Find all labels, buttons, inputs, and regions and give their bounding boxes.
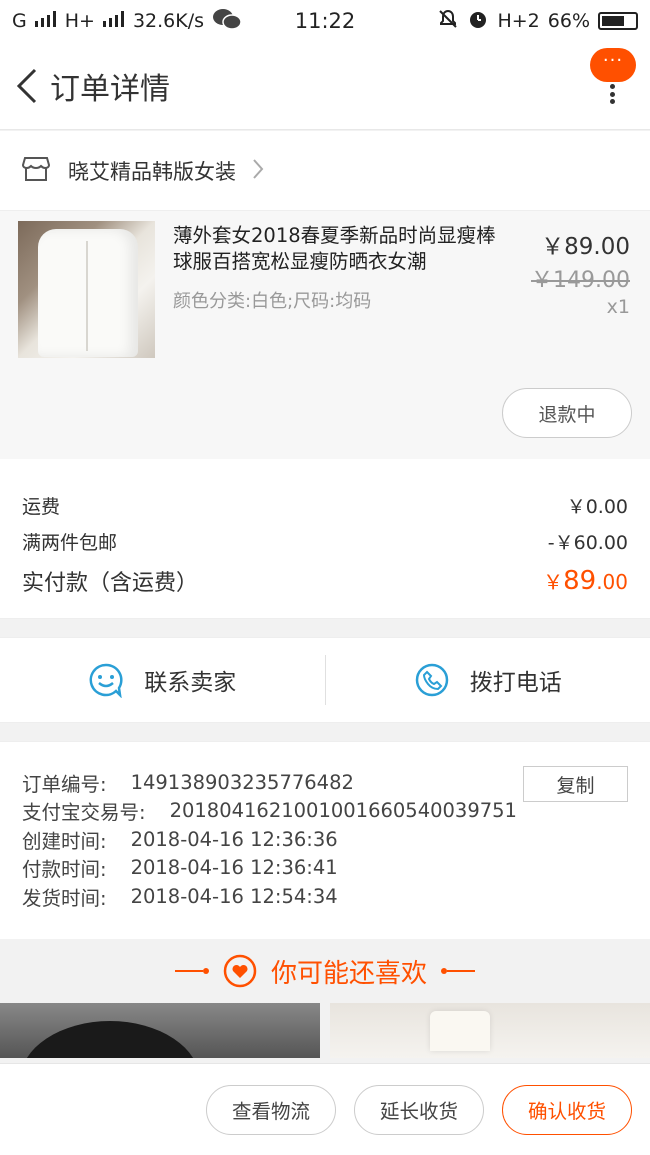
shop-icon [21,156,51,186]
info-label: 创建时间: [22,829,107,853]
price-current: ￥89.00 [541,234,630,260]
info-label: 发货时间: [22,886,107,910]
info-value: 2018-04-16 12:54:34 [130,884,338,908]
copy-button[interactable]: 复制 [523,766,628,802]
info-row-shipped: 发货时间: 2018-04-16 12:54:34 [22,882,628,911]
more-bubble: ··· [590,48,636,82]
discount-row: 满两件包邮 -￥60.00 [22,523,628,559]
recommend-list [0,1003,650,1058]
confirm-receipt-button[interactable]: 确认收货 [502,1084,632,1135]
product-image [18,221,155,358]
info-value: 2018-04-16 12:36:36 [130,827,338,851]
heart-icon [223,954,257,988]
carrier-left: G [12,10,27,32]
info-label: 支付宝交易号: [22,801,146,825]
contact-seller-button[interactable]: 联系卖家 [0,655,325,705]
contact-bar: 联系卖家 拨打电话 [0,637,650,723]
info-label: 付款时间: [22,858,107,882]
info-value: 2018041621001001660540039751 [169,799,517,823]
mute-icon [437,8,459,35]
more-button[interactable]: ··· [590,48,636,106]
chevron-right-icon [252,158,264,184]
total-label: 实付款（含运费） [22,571,199,596]
shipping-row: 运费 ￥0.00 [22,487,628,523]
bottom-action-bar: 查看物流 延长收货 确认收货 [0,1063,650,1155]
discount-value: -￥60.00 [547,531,628,554]
nav-bar: 订单详情 ··· [0,42,650,130]
product-title: 薄外套女2018春夏季新品时尚显瘦棒球服百搭宽松显瘦防晒衣女潮 [173,224,496,273]
battery-icon [598,12,638,30]
battery-percent: 66% [547,10,590,32]
shop-name: 晓艾精品韩版女装 [68,159,236,184]
status-right: H+2 66% [355,8,638,35]
quantity: x1 [606,296,630,318]
call-phone-label: 拨打电话 [469,670,562,696]
total-amount: ￥89.00 [543,566,628,596]
back-button[interactable] [10,66,44,106]
wechat-icon [212,7,242,36]
discount-label: 满两件包邮 [22,531,118,554]
product-item[interactable]: 薄外套女2018春夏季新品时尚显瘦棒球服百搭宽松显瘦防晒衣女潮 颜色分类:白色;… [0,211,650,459]
shipping-label: 运费 [22,495,61,518]
total-row: 实付款（含运费） ￥89.00 [22,563,628,599]
order-info: 订单编号: 149138903235776482 支付宝交易号: 2018041… [0,741,650,939]
recommend-header: 你可能还喜欢 [0,939,650,1003]
info-value: 2018-04-16 12:36:41 [130,856,338,880]
recommend-title: 你可能还喜欢 [270,958,427,989]
contact-seller-label: 联系卖家 [144,670,237,696]
alarm-icon [467,8,489,35]
total-dec: .00 [596,570,628,594]
view-logistics-button[interactable]: 查看物流 [206,1084,336,1135]
network-speed: 32.6K/s [132,10,205,32]
info-label: 订单编号: [22,772,107,796]
info-row-paid: 付款时间: 2018-04-16 12:36:41 [22,854,628,883]
rec-line-right [441,968,475,974]
info-value: 149138903235776482 [130,770,354,794]
shipping-value: ￥0.00 [566,495,628,518]
signal-icon-2 [102,10,125,32]
extend-receipt-button[interactable]: 延长收货 [354,1084,484,1135]
rec-line-left [174,968,209,974]
carrier-right: H+ [64,10,95,32]
recommend-item[interactable] [0,1003,320,1058]
total-int: 89 [563,566,597,596]
page-title: 订单详情 [50,71,170,107]
recommend-item[interactable] [330,1003,650,1058]
shop-row[interactable]: 晓艾精品韩版女装 [0,131,650,211]
fee-summary: 运费 ￥0.00 满两件包邮 -￥60.00 实付款（含运费） ￥89.00 [0,459,650,619]
back-arrow-icon [16,68,37,103]
more-dots-icon [610,84,615,104]
status-time: 11:22 [294,9,356,33]
signal-icon [34,10,57,32]
status-bar: G H+ 32.6K/s 11:22 H+2 66% [0,0,650,42]
status-left: G H+ 32.6K/s [12,7,295,36]
product-sku: 颜色分类:白色;尺码:均码 [173,291,372,312]
chat-face-icon [89,663,123,698]
price-original: ￥149.00 [531,268,630,293]
refund-status-button[interactable]: 退款中 [502,388,632,438]
network-type: H+2 [497,10,540,32]
phone-icon [415,663,448,697]
call-phone-button[interactable]: 拨打电话 [326,655,650,705]
total-symbol: ￥ [543,570,564,594]
info-row-created: 创建时间: 2018-04-16 12:36:36 [22,825,628,854]
